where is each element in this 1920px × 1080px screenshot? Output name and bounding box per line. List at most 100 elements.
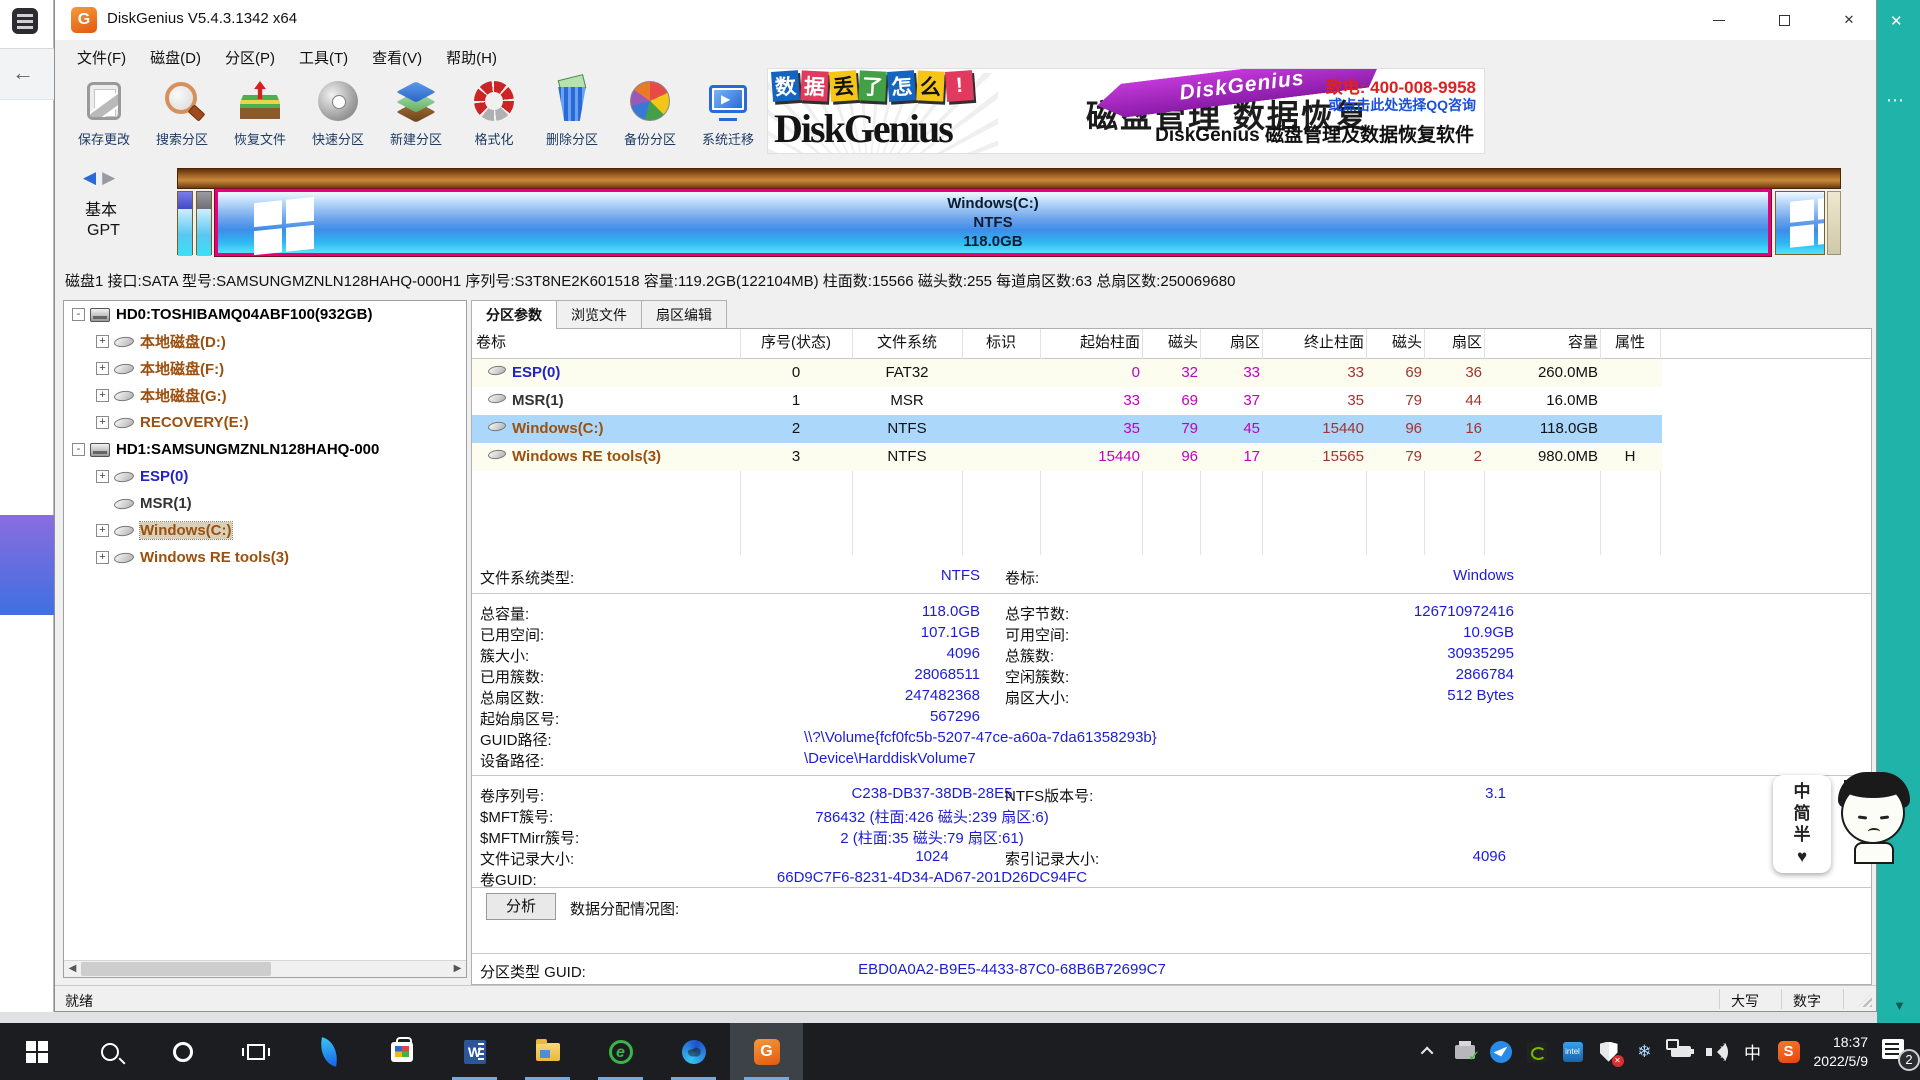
toolbar-button-system-migrate[interactable]: ▶系统迁移 xyxy=(689,74,767,154)
column-header-4[interactable]: 起始柱面 xyxy=(1042,329,1140,357)
tree-item-recovery-e-[interactable]: +RECOVERY(E:) xyxy=(64,409,466,436)
tree-horizontal-scrollbar[interactable]: ◀ ▶ xyxy=(64,960,466,977)
battery-icon[interactable] xyxy=(1670,1041,1692,1063)
browser-tab-icon[interactable] xyxy=(12,8,38,34)
ime-item-1[interactable]: 简 xyxy=(1794,805,1811,822)
tree-item--d-[interactable]: +本地磁盘(D:) xyxy=(64,328,466,355)
menu-item-0[interactable]: 文件(F) xyxy=(65,43,138,72)
ad-banner[interactable]: 数据丢了怎么! DiskGenius 磁盘管理 数据恢复 DiskGenius … xyxy=(767,68,1485,154)
column-header-11[interactable]: 属性 xyxy=(1602,329,1658,357)
scroll-right-icon[interactable]: ▶ xyxy=(449,961,466,977)
tree-expander-icon[interactable]: + xyxy=(96,524,109,537)
partition-segment-free[interactable] xyxy=(1827,191,1841,255)
tree-item--g-[interactable]: +本地磁盘(G:) xyxy=(64,382,466,409)
table-row[interactable]: MSR(1)1MSR33693735794416.0MB xyxy=(472,387,1662,415)
partition-segment-esp[interactable] xyxy=(177,191,193,255)
tree-expander-icon[interactable]: + xyxy=(96,335,109,348)
menu-item-3[interactable]: 工具(T) xyxy=(287,43,360,72)
tree-expander-icon[interactable]: + xyxy=(96,389,109,402)
tree-item-hd0-toshibamq04abf100-932gb-[interactable]: -HD0:TOSHIBAMQ04ABF100(932GB) xyxy=(64,301,466,328)
back-arrow-icon[interactable]: ← xyxy=(12,60,34,86)
tree-expander-icon[interactable]: - xyxy=(72,443,85,456)
partition-segment-re-tools[interactable] xyxy=(1775,191,1825,255)
column-header-3[interactable]: 标识 xyxy=(964,329,1038,357)
table-row[interactable]: Windows RE tools(3)3NTFS1544096171556579… xyxy=(472,443,1662,471)
taskbar-slot-flame-app[interactable] xyxy=(292,1023,365,1080)
disk-nav-arrows[interactable]: ◀▶ xyxy=(83,168,115,188)
taskbar-slot-edge[interactable] xyxy=(657,1023,730,1080)
taskbar-clock[interactable]: 18:372022/5/9 xyxy=(1814,1033,1869,1071)
snowflake-icon[interactable]: ❄ xyxy=(1634,1041,1656,1063)
prev-disk-icon[interactable]: ◀ xyxy=(83,168,96,187)
toolbar-button-backup-partition[interactable]: 备份分区 xyxy=(611,74,689,154)
column-header-5[interactable]: 磁头 xyxy=(1144,329,1198,357)
sogou-icon[interactable]: S xyxy=(1778,1041,1800,1063)
nvidia-icon[interactable] xyxy=(1526,1041,1548,1063)
tree-expander-icon[interactable]: + xyxy=(96,551,109,564)
analyze-button[interactable]: 分析 xyxy=(486,893,556,920)
column-header-0[interactable]: 卷标 xyxy=(476,329,738,357)
tab-0[interactable]: 分区参数 xyxy=(471,300,557,329)
taskbar-slot-diskgenius-taskbar[interactable]: G xyxy=(730,1023,803,1080)
ime-item-0[interactable]: 中 xyxy=(1794,783,1811,800)
column-header-1[interactable]: 序号(状态) xyxy=(742,329,850,357)
tree-item-esp-0-[interactable]: +ESP(0) xyxy=(64,463,466,490)
column-header-9[interactable]: 扇区 xyxy=(1426,329,1482,357)
table-row[interactable]: Windows(C:)2NTFS357945154409616118.0GB xyxy=(472,415,1662,443)
tab-2[interactable]: 扇区编辑 xyxy=(641,300,727,328)
toolbar-button-save-changes[interactable]: 保存更改 xyxy=(65,74,143,154)
tree-item-hd1-samsungmznln128hahq-000[interactable]: -HD1:SAMSUNGMZNLN128HAHQ-000 xyxy=(64,436,466,463)
column-header-6[interactable]: 扇区 xyxy=(1202,329,1260,357)
column-header-7[interactable]: 终止柱面 xyxy=(1264,329,1364,357)
toolbar-button-recover-files[interactable]: 恢复文件 xyxy=(221,74,299,154)
taskbar-slot-word[interactable]: W xyxy=(438,1023,511,1080)
menu-item-2[interactable]: 分区(P) xyxy=(213,43,287,72)
next-disk-icon[interactable]: ▶ xyxy=(102,168,115,187)
taskbar-slot-browser-e[interactable]: e xyxy=(584,1023,657,1080)
tray-expand-chevron-icon[interactable] xyxy=(1418,1041,1440,1063)
minimize-button[interactable] xyxy=(1690,0,1748,40)
defender-icon[interactable]: ✕ xyxy=(1598,1041,1620,1063)
column-header-2[interactable]: 文件系统 xyxy=(854,329,960,357)
tree-expander-icon[interactable]: + xyxy=(96,470,109,483)
tree-item-msr-1-[interactable]: MSR(1) xyxy=(64,490,466,517)
ime-floating-toolbar[interactable]: 中简半♥ xyxy=(1773,775,1831,873)
toolbar-button-delete-partition[interactable]: 删除分区 xyxy=(533,74,611,154)
scroll-down-icon[interactable]: ▼ xyxy=(1893,998,1906,1013)
tree-expander-icon[interactable]: + xyxy=(96,416,109,429)
tree-expander-icon[interactable]: - xyxy=(72,308,85,321)
tree-expander-icon[interactable]: + xyxy=(96,362,109,375)
printer-icon[interactable]: ✓ xyxy=(1454,1041,1476,1063)
close-button[interactable]: ✕ xyxy=(1820,0,1878,40)
table-row[interactable]: ESP(0)0FAT3203233336936260.0MB xyxy=(472,359,1662,387)
speaker-icon[interactable] xyxy=(1706,1041,1728,1063)
taskbar-slot-task-view[interactable] xyxy=(219,1023,292,1080)
ime-indicator[interactable]: 中 xyxy=(1742,1041,1764,1063)
taskbar-slot-start-button[interactable] xyxy=(0,1023,73,1080)
messenger-icon[interactable] xyxy=(1490,1041,1512,1063)
ime-item-3[interactable]: ♥ xyxy=(1797,848,1807,865)
taskbar-slot-store[interactable] xyxy=(365,1023,438,1080)
menu-item-5[interactable]: 帮助(H) xyxy=(434,43,509,72)
scroll-left-icon[interactable]: ◀ xyxy=(64,961,81,977)
toolbar-button-quick-partition[interactable]: 快速分区 xyxy=(299,74,377,154)
banner-qq-link[interactable]: 或点击此处选择QQ咨询 xyxy=(1328,95,1476,115)
notification-center-icon[interactable]: 2 xyxy=(1882,1039,1912,1065)
menu-item-4[interactable]: 查看(V) xyxy=(360,43,434,72)
taskbar-slot-cortana[interactable] xyxy=(146,1023,219,1080)
taskbar-slot-search[interactable] xyxy=(73,1023,146,1080)
toolbar-button-format[interactable]: 格式化 xyxy=(455,74,533,154)
resize-grip[interactable] xyxy=(1858,993,1872,1007)
column-header-8[interactable]: 磁头 xyxy=(1368,329,1422,357)
toolbar-button-new-partition[interactable]: 新建分区 xyxy=(377,74,455,154)
tab-1[interactable]: 浏览文件 xyxy=(556,300,642,328)
menu-item-1[interactable]: 磁盘(D) xyxy=(138,43,213,72)
more-options-icon[interactable]: ⋯ xyxy=(1886,90,1905,111)
tree-item--f-[interactable]: +本地磁盘(F:) xyxy=(64,355,466,382)
partition-segment-windows-c[interactable]: Windows(C:) NTFS 118.0GB xyxy=(215,189,1771,256)
tree-item-windows-c-[interactable]: +Windows(C:) xyxy=(64,517,466,544)
intel-graphics-icon[interactable]: intel xyxy=(1562,1041,1584,1063)
background-close-icon[interactable]: ✕ xyxy=(1890,12,1903,30)
maximize-button[interactable] xyxy=(1755,0,1813,40)
taskbar-slot-file-explorer[interactable] xyxy=(511,1023,584,1080)
